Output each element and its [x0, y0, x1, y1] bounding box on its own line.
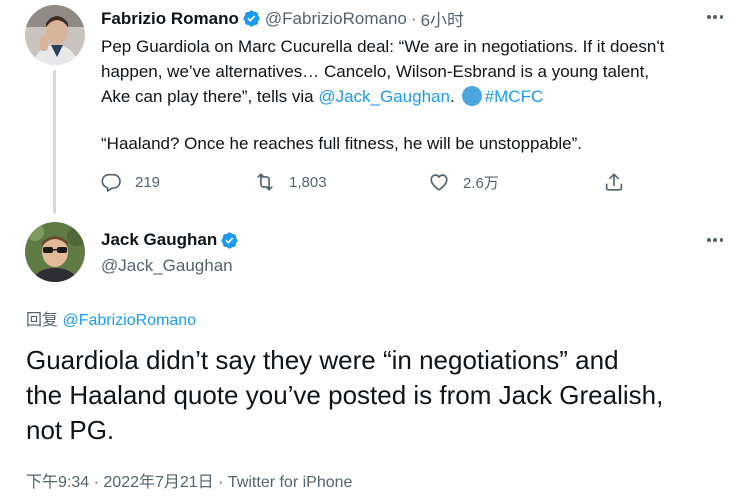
thread-connector-line — [53, 70, 56, 214]
retweet-count: 1,803 — [289, 173, 327, 191]
hashtag-link[interactable]: #MCFC — [485, 87, 544, 106]
verified-badge-icon — [243, 10, 260, 27]
jack-avatar[interactable] — [25, 222, 85, 282]
tweet1-line-1: Pep Guardiola on Marc Cucurella deal: “W… — [101, 37, 665, 56]
tweet2-meta: 下午9:34 · 2022年7月21日 · Twitter for iPhone — [26, 468, 352, 492]
tweet1-text: Pep Guardiola on Marc Cucurella deal: “W… — [101, 34, 741, 156]
replying-to: 回复 @FabrizioRomano — [26, 306, 196, 330]
jack-avatar-image — [25, 222, 85, 282]
hashflag-emoji-icon — [461, 86, 482, 106]
tweet1-display-name[interactable]: Fabrizio Romano — [101, 9, 239, 29]
tweet2-source[interactable]: Twitter for iPhone — [228, 474, 353, 491]
share-button[interactable] — [603, 171, 638, 193]
tweet2-more-options-icon[interactable] — [704, 229, 726, 251]
verified-badge-icon — [221, 231, 238, 249]
tweet1-more-options-icon[interactable] — [704, 6, 726, 28]
tweet1-line-3: Ake can play there”, tells via @Jack_Gau… — [101, 84, 741, 109]
meta-separator: · — [93, 474, 99, 491]
fabrizio-avatar-image — [25, 5, 85, 65]
tweet1-line3-text: Ake can play there”, tells via — [101, 87, 319, 106]
tweet1-time[interactable]: 6小时 — [421, 6, 464, 31]
tweet1-line3-period: . — [449, 87, 455, 106]
tweet1-line-2: happen, we’ve alternatives… Cancelo, Wil… — [101, 62, 650, 81]
tweet2-line-1: Guardiola didn’t say they were “in negot… — [26, 345, 619, 375]
reply-count: 219 — [135, 173, 161, 191]
share-icon — [605, 173, 623, 191]
header-separator: · — [410, 8, 417, 28]
replying-handle-link[interactable]: @FabrizioRomano — [62, 312, 196, 329]
tweet2-line-2: the Haaland quote you’ve posted is from … — [26, 380, 664, 410]
heart-icon — [430, 174, 448, 191]
reply-icon — [101, 173, 121, 192]
tweet1-header: Fabrizio Romano @FabrizioRomano · 6小时 — [101, 6, 464, 31]
reply-button[interactable]: 219 — [100, 171, 160, 193]
like-count: 2.6万 — [463, 174, 499, 192]
retweet-button[interactable]: 1,803 — [254, 171, 327, 193]
like-button[interactable]: 2.6万 — [428, 171, 499, 193]
tweet2-text: Guardiola didn’t say they were “in negot… — [26, 343, 746, 448]
tweet1-action-bar: 219 1,803 2.6万 — [100, 171, 640, 197]
tweet2-time[interactable]: 下午9:34 — [26, 474, 89, 491]
tweet2-line-3: not PG. — [26, 415, 115, 445]
tweet1-quote-2: “Haaland? Once he reaches full fitness, … — [101, 134, 583, 153]
tweet2-date[interactable]: 2022年7月21日 — [103, 474, 213, 491]
tweet2-name-row: Jack Gaughan — [101, 230, 243, 250]
tweet1-handle[interactable]: @FabrizioRomano — [265, 9, 407, 29]
retweet-icon — [257, 173, 273, 191]
tweet2-handle[interactable]: @Jack_Gaughan — [101, 256, 233, 276]
fabrizio-avatar[interactable] — [25, 5, 85, 65]
tweet2-display-name[interactable]: Jack Gaughan — [101, 230, 217, 250]
mention-link[interactable]: @Jack_Gaughan — [318, 87, 450, 106]
meta-separator: · — [218, 474, 224, 491]
replying-prefix: 回复 — [26, 312, 59, 329]
